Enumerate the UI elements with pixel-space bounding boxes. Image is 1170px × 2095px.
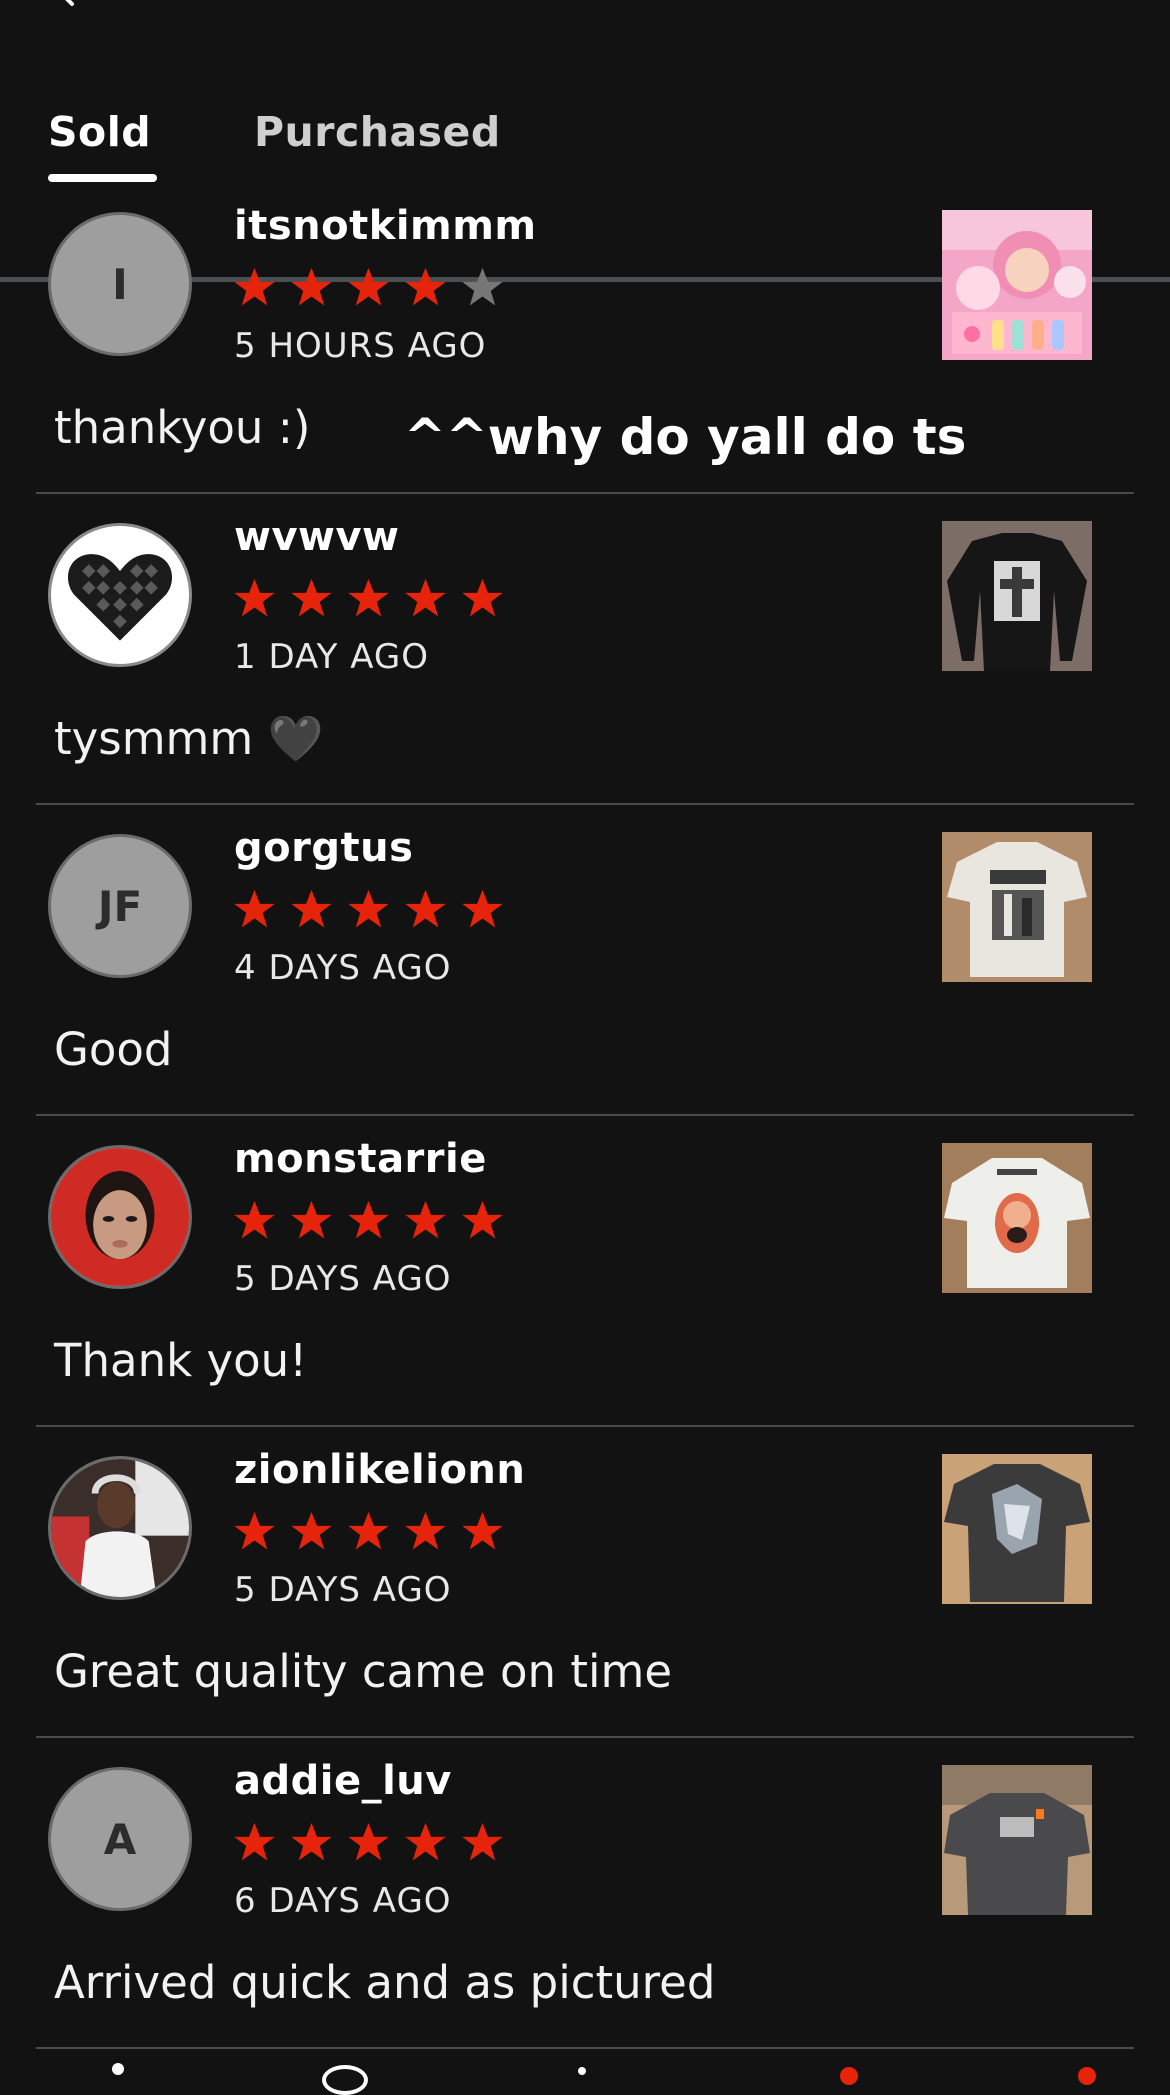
item-thumbnail[interactable] — [942, 832, 1092, 982]
avatar[interactable]: JF — [48, 834, 192, 978]
avatar-initials: JF — [97, 881, 143, 931]
star-filled-icon — [291, 1200, 332, 1239]
star-rating — [232, 1509, 505, 1554]
star-filled-icon — [348, 267, 389, 306]
star-rating — [232, 1198, 505, 1243]
star-filled-icon — [462, 1511, 503, 1550]
reviewer-username[interactable]: wvwvw — [234, 514, 400, 560]
star-filled-icon — [234, 1200, 275, 1239]
star-filled-icon — [291, 267, 332, 306]
review-list: I itsnotkimmm 5 HOURS AGO thankyou :) ^^… — [0, 183, 1170, 2049]
item-thumbnail[interactable] — [942, 521, 1092, 671]
studded-heart-icon — [67, 554, 173, 641]
notification-badge — [1078, 2067, 1096, 2085]
star-filled-icon — [405, 578, 446, 617]
star-filled-icon — [348, 1200, 389, 1239]
star-filled-icon — [234, 578, 275, 617]
star-filled-icon — [405, 889, 446, 928]
review-timestamp: 5 DAYS AGO — [234, 1570, 452, 1610]
review-comment: Great quality came on time — [54, 1645, 673, 1698]
star-filled-icon — [291, 1822, 332, 1861]
reviewer-username[interactable]: monstarrie — [234, 1136, 487, 1182]
tab-purchased[interactable]: Purchased — [254, 108, 501, 156]
review-comment: Thank you! — [54, 1334, 308, 1387]
overlay-caption: ^^why do yall do ts — [404, 408, 967, 466]
avatar[interactable]: I — [48, 212, 192, 356]
profile-photo-icon — [51, 1148, 189, 1286]
review-item: zionlikelionn 5 DAYS AGO Great quality c… — [36, 1427, 1134, 1738]
avatar[interactable] — [48, 1145, 192, 1289]
star-filled-icon — [405, 1511, 446, 1550]
review-item: A addie_luv 6 DAYS AGO Arrived quick and… — [36, 1738, 1134, 2049]
review-timestamp: 5 HOURS AGO — [234, 326, 487, 366]
review-timestamp: 4 DAYS AGO — [234, 948, 452, 988]
star-filled-icon — [291, 1511, 332, 1550]
back-chevron-icon[interactable] — [58, 0, 88, 6]
review-item: I itsnotkimmm 5 HOURS AGO thankyou :) ^^… — [36, 183, 1134, 494]
star-filled-icon — [348, 889, 389, 928]
review-item: wvwvw 1 DAY AGO tysmmm 🖤 — [36, 494, 1134, 805]
avatar-initials: I — [112, 259, 128, 309]
item-thumbnail[interactable] — [942, 210, 1092, 360]
avatar[interactable]: A — [48, 1767, 192, 1911]
star-filled-icon — [291, 578, 332, 617]
star-filled-icon — [462, 578, 503, 617]
profile-photo-icon — [51, 1459, 189, 1597]
star-filled-icon — [348, 1822, 389, 1861]
review-comment: Arrived quick and as pictured — [54, 1956, 716, 2009]
reviewer-username[interactable]: gorgtus — [234, 825, 413, 871]
active-tab-indicator — [48, 174, 157, 182]
review-item: monstarrie 5 DAYS AGO Thank you! — [36, 1116, 1134, 1427]
star-filled-icon — [234, 267, 275, 306]
star-empty-icon — [462, 267, 503, 306]
tab-sold[interactable]: Sold — [48, 108, 151, 156]
star-filled-icon — [462, 889, 503, 928]
star-filled-icon — [348, 578, 389, 617]
review-item: JF gorgtus 4 DAYS AGO Good — [36, 805, 1134, 1116]
star-filled-icon — [462, 1822, 503, 1861]
star-filled-icon — [405, 267, 446, 306]
nav-icon[interactable] — [322, 2065, 368, 2095]
star-filled-icon — [348, 1511, 389, 1550]
star-rating — [232, 265, 505, 310]
star-rating — [232, 576, 505, 621]
star-rating — [232, 887, 505, 932]
review-timestamp: 1 DAY AGO — [234, 637, 429, 677]
review-timestamp: 5 DAYS AGO — [234, 1259, 452, 1299]
bottom-nav — [0, 2055, 1170, 2095]
review-timestamp: 6 DAYS AGO — [234, 1881, 452, 1921]
item-thumbnail[interactable] — [942, 1765, 1092, 1915]
nav-icon[interactable] — [112, 2063, 124, 2075]
review-comment: Good — [54, 1023, 173, 1076]
nav-icon[interactable] — [578, 2067, 586, 2075]
notification-badge — [840, 2067, 858, 2085]
star-filled-icon — [291, 889, 332, 928]
star-filled-icon — [234, 1822, 275, 1861]
star-filled-icon — [462, 1200, 503, 1239]
item-thumbnail[interactable] — [942, 1143, 1092, 1293]
star-rating — [232, 1820, 505, 1865]
reviewer-username[interactable]: addie_luv — [234, 1758, 452, 1804]
avatar[interactable] — [48, 523, 192, 667]
reviewer-username[interactable]: itsnotkimmm — [234, 203, 537, 249]
review-comment: thankyou :) — [54, 401, 311, 454]
item-thumbnail[interactable] — [942, 1454, 1092, 1604]
avatar-initials: A — [103, 1814, 137, 1864]
avatar[interactable] — [48, 1456, 192, 1600]
star-filled-icon — [405, 1200, 446, 1239]
reviewer-username[interactable]: zionlikelionn — [234, 1447, 525, 1493]
feedback-tabs: Sold Purchased — [0, 100, 1170, 282]
review-comment: tysmmm 🖤 — [54, 712, 324, 765]
star-filled-icon — [405, 1822, 446, 1861]
star-filled-icon — [234, 1511, 275, 1550]
star-filled-icon — [234, 889, 275, 928]
